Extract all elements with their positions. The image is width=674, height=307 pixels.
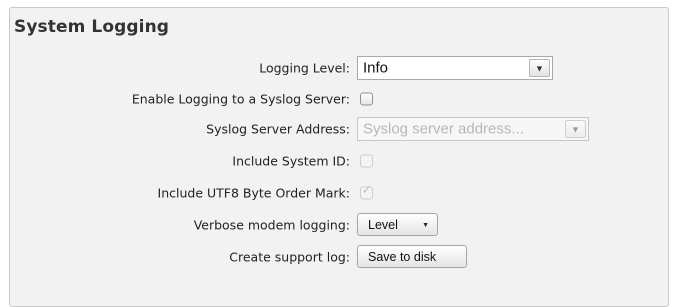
enable-syslog-row: Enable Logging to a Syslog Server: [0,87,674,111]
save-to-disk-button[interactable]: Save to disk [357,245,467,268]
verbose-modem-logging-label: Verbose modem logging: [193,217,350,233]
syslog-address-placeholder: Syslog server address... [363,120,524,138]
chevron-down-icon: ▼ [535,63,544,74]
verbose-level-dropdown-button[interactable]: Level ▼ [357,213,438,236]
logging-level-row: Logging Level: Info ▼ [0,56,674,80]
caret-down-icon: ▼ [422,221,429,229]
include-system-id-checkbox[interactable] [360,154,373,168]
verbose-level-button-label: Level [368,217,398,232]
include-system-id-row: Include System ID: [0,149,674,173]
save-to-disk-button-label: Save to disk [368,249,437,264]
chevron-down-icon: ▼ [571,124,580,135]
verbose-modem-logging-row: Verbose modem logging: Level ▼ [0,213,674,237]
enable-syslog-checkbox[interactable] [360,92,373,106]
syslog-address-dropdown-button[interactable]: ▼ [565,120,586,138]
logging-level-select[interactable]: Info ▼ [357,56,553,80]
syslog-address-field[interactable]: Syslog server address... ▼ [357,117,589,141]
include-system-id-label: Include System ID: [232,153,350,169]
include-utf8-bom-row: Include UTF8 Byte Order Mark: ✓ [0,181,674,205]
syslog-address-label: Syslog Server Address: [206,121,350,137]
include-utf8-bom-label: Include UTF8 Byte Order Mark: [157,185,350,201]
checkmark-icon: ✓ [362,183,372,197]
syslog-address-row: Syslog Server Address: Syslog server add… [0,117,674,141]
logging-level-value: Info [363,59,389,77]
support-log-label: Create support log: [229,249,350,265]
logging-level-label: Logging Level: [259,60,350,76]
enable-syslog-label: Enable Logging to a Syslog Server: [131,91,350,107]
support-log-row: Create support log: Save to disk [0,245,674,269]
logging-level-dropdown-button[interactable]: ▼ [529,59,550,77]
include-utf8-bom-checkbox[interactable]: ✓ [360,183,373,200]
section-title: System Logging [14,17,170,37]
